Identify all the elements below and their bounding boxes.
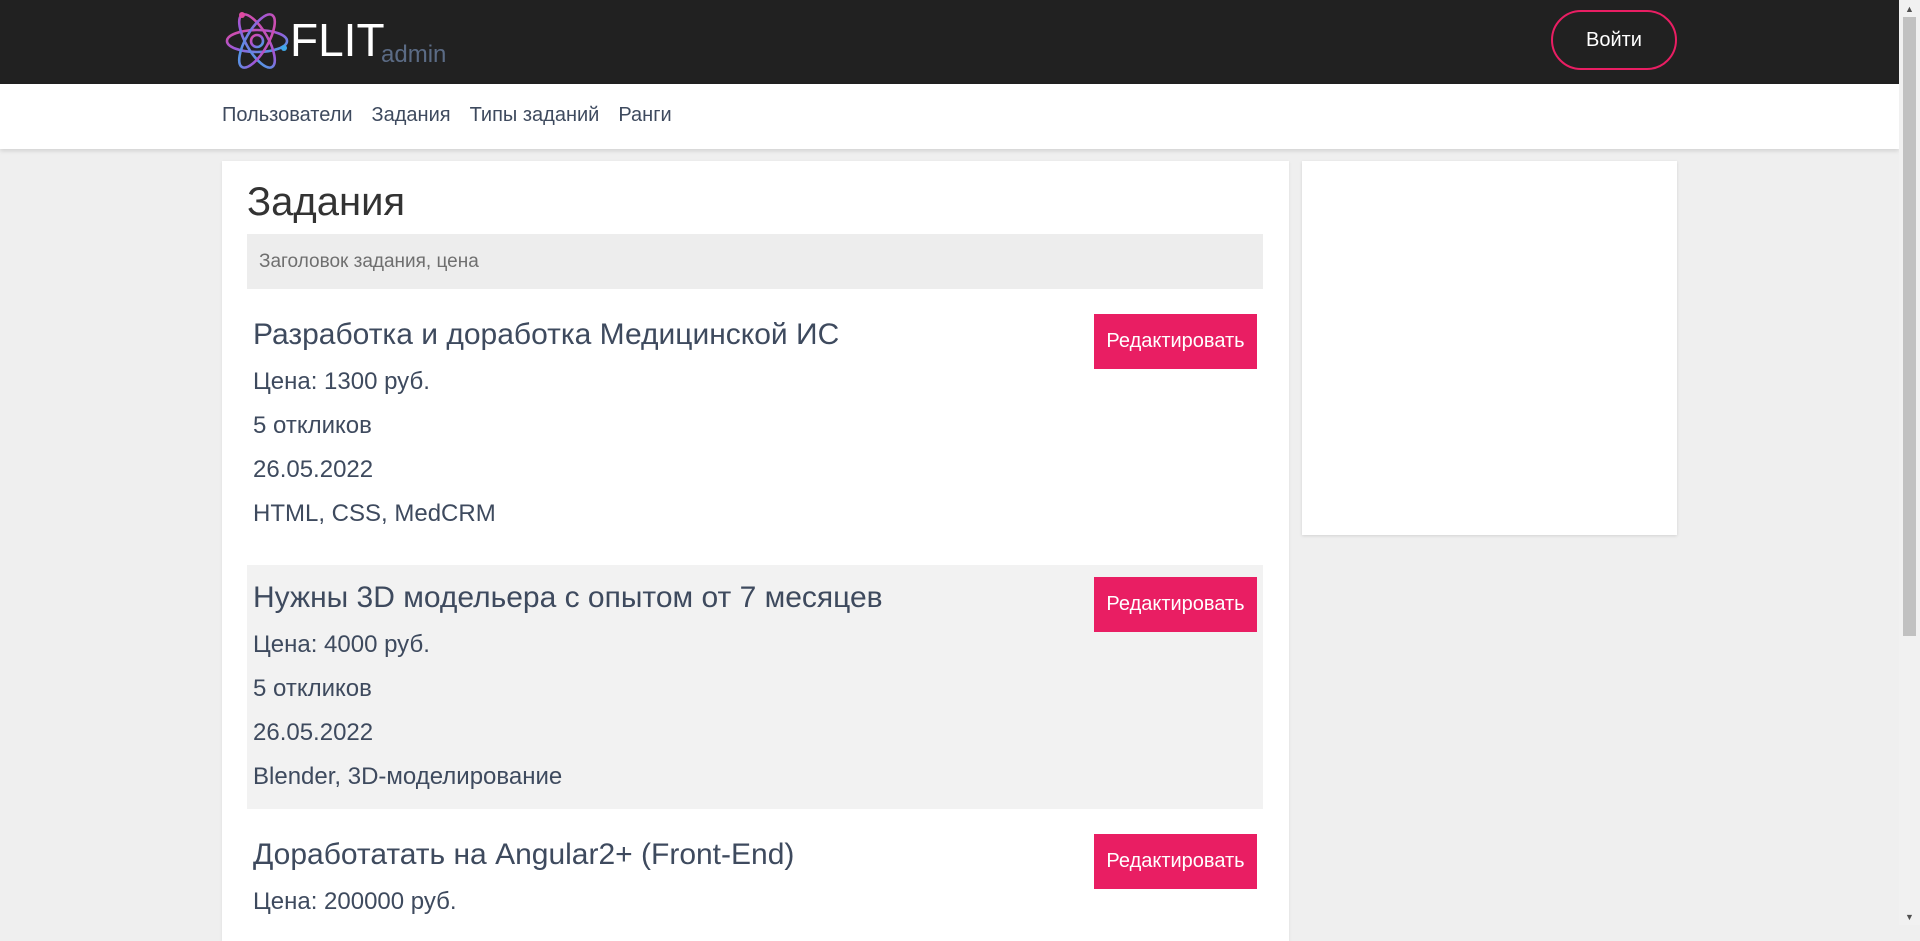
- task-date: 26.05.2022: [253, 719, 374, 746]
- nav-links: Пользователи Задания Типы заданий Ранги: [222, 104, 672, 127]
- edit-button[interactable]: Редактировать: [1094, 834, 1257, 889]
- task-item: Разработка и доработка Медицинской ИС Це…: [247, 302, 1263, 540]
- brand-name[interactable]: FLIT: [290, 10, 385, 70]
- nav-item-tasks[interactable]: Задания: [372, 104, 451, 127]
- task-price: Цена: 1300 руб.: [253, 368, 430, 395]
- task-responses: 5 откликов: [253, 675, 372, 702]
- scrollbar-thumb[interactable]: [1903, 17, 1916, 636]
- top-header: FLIT admin Войти: [0, 0, 1899, 84]
- edit-button[interactable]: Редактировать: [1094, 314, 1257, 369]
- login-button[interactable]: Войти: [1551, 10, 1677, 70]
- task-responses: 5 откликов: [253, 412, 372, 439]
- edit-button[interactable]: Редактировать: [1094, 577, 1257, 632]
- task-item: Доработатать на Angular2+ (Front-End) Це…: [247, 822, 1263, 928]
- scroll-up-arrow-icon[interactable]: ▲: [1899, 0, 1920, 17]
- nav-item-task-types[interactable]: Типы заданий: [470, 104, 600, 127]
- page-title: Задания: [247, 180, 406, 224]
- scroll-down-arrow-icon[interactable]: ▼: [1899, 908, 1920, 925]
- search-input[interactable]: [247, 234, 1263, 289]
- sidebar-panel: [1302, 161, 1677, 535]
- task-price: Цена: 200000 руб.: [253, 888, 457, 915]
- atom-logo-icon[interactable]: [224, 8, 290, 74]
- page-scrollbar[interactable]: ▲ ▼: [1899, 0, 1920, 925]
- task-item: Нужны 3D модельера с опытом от 7 месяцев…: [247, 565, 1263, 809]
- task-tags: Blender, 3D-моделирование: [253, 763, 563, 790]
- nav-bar: Пользователи Задания Типы заданий Ранги: [0, 84, 1899, 149]
- task-tags: HTML, CSS, MedCRM: [253, 500, 496, 527]
- task-price: Цена: 4000 руб.: [253, 631, 430, 658]
- brand-subtitle: admin: [381, 41, 447, 68]
- task-date: 26.05.2022: [253, 456, 374, 483]
- nav-item-ranks[interactable]: Ранги: [618, 104, 671, 127]
- tasks-panel: Задания Разработка и доработка Медицинск…: [222, 161, 1289, 941]
- nav-item-users[interactable]: Пользователи: [222, 104, 353, 127]
